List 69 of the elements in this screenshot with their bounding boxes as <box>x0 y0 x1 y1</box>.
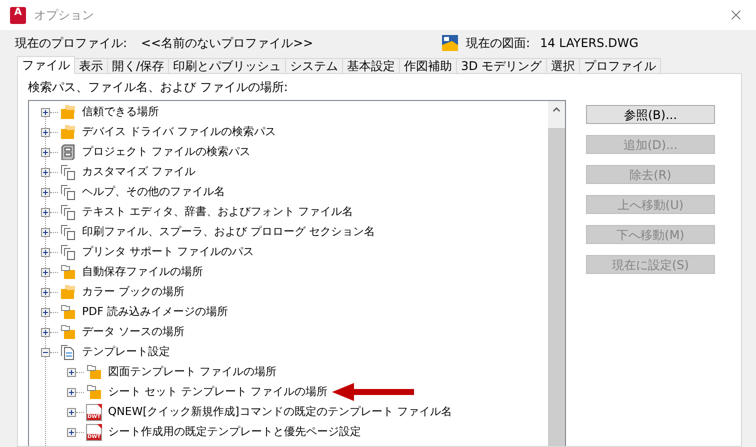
tree-item-label[interactable]: デバイス ドライバ ファイルの検索パス <box>82 124 276 140</box>
cabinet-icon <box>60 144 76 160</box>
tab[interactable]: 印刷とパブリッシュ <box>169 58 286 74</box>
tab[interactable]: ファイル <box>17 56 75 74</box>
tab[interactable]: 3D モデリング <box>457 58 547 74</box>
tree-item-label[interactable]: PDF 読み込みイメージの場所 <box>82 304 228 320</box>
document-icon <box>60 344 76 360</box>
folder-icon <box>86 364 102 380</box>
folder-icon <box>60 304 76 320</box>
drawing-name: 14 LAYERS.DWG <box>540 35 638 52</box>
drawing-label: 現在の図面: <box>466 35 530 52</box>
folder-icon <box>60 104 76 120</box>
app-logo-icon: A <box>10 6 26 24</box>
tree-item-label[interactable]: テンプレート設定 <box>82 344 170 360</box>
expand-toggle[interactable] <box>41 248 50 256</box>
tree-item-label[interactable]: 印刷ファイル、スプーラ、および プロローグ セクション名 <box>82 224 375 240</box>
files-icon <box>60 244 76 260</box>
tree-item-label[interactable]: プリンタ サポート ファイルのパス <box>82 244 254 260</box>
profile-name: <<名前のないプロファイル>> <box>141 35 314 52</box>
folder-icon <box>60 124 76 140</box>
tab[interactable]: 選択 <box>546 58 580 74</box>
expand-toggle[interactable] <box>67 388 76 396</box>
tree-heading: 検索パス、ファイル名、および ファイルの場所: <box>28 79 289 96</box>
collapse-toggle[interactable] <box>41 348 50 356</box>
expand-toggle[interactable] <box>41 328 50 336</box>
tree-item-label[interactable]: QNEW[クイック新規作成]コマンドの既定のテンプレート ファイル名 <box>108 404 452 420</box>
tree-item-label[interactable]: プロジェクト ファイルの検索パス <box>82 144 250 160</box>
expand-toggle[interactable] <box>41 108 50 116</box>
tree-item-label[interactable]: 図面テンプレート ファイルの場所 <box>108 364 276 380</box>
files-icon <box>60 164 76 180</box>
tree-item-label[interactable]: カラー ブックの場所 <box>82 284 184 300</box>
expand-toggle[interactable] <box>41 148 50 156</box>
folder-icon <box>60 284 76 300</box>
window-title: オプション <box>34 7 94 24</box>
expand-toggle[interactable] <box>67 368 76 376</box>
tree-item-label[interactable]: データ ソースの場所 <box>82 324 184 340</box>
tab[interactable]: プロファイル <box>580 58 661 74</box>
files-icon <box>60 184 76 200</box>
tree-item-label[interactable]: テキスト エディタ、辞書、およびフォント ファイル名 <box>82 204 353 220</box>
folder-icon <box>60 324 76 340</box>
profile-label: 現在のプロファイル: <box>15 35 128 52</box>
tab[interactable]: 基本設定 <box>343 58 400 74</box>
tree-item-label[interactable]: 自動保存ファイルの場所 <box>82 264 203 280</box>
expand-toggle[interactable] <box>41 128 50 136</box>
expand-toggle[interactable] <box>41 168 50 176</box>
tab[interactable]: 表示 <box>75 58 108 74</box>
tree-item-label[interactable]: シート セット テンプレート ファイルの場所 <box>108 384 328 400</box>
expand-toggle[interactable] <box>41 228 50 236</box>
tree-item-label[interactable]: ヘルプ、その他のファイル名 <box>82 184 225 200</box>
expand-toggle[interactable] <box>41 308 50 316</box>
folder-icon <box>60 264 76 280</box>
scrollbar[interactable] <box>548 101 565 446</box>
expand-toggle[interactable] <box>41 208 50 216</box>
tab[interactable]: 開く/保存 <box>108 58 170 74</box>
drawing-icon <box>442 35 458 51</box>
expand-toggle[interactable] <box>67 428 76 436</box>
expand-toggle[interactable] <box>41 188 50 196</box>
expand-toggle[interactable] <box>41 268 50 276</box>
files-icon <box>60 224 76 240</box>
folder-icon <box>86 384 102 400</box>
expand-toggle[interactable] <box>67 408 76 416</box>
files-icon <box>60 204 76 220</box>
tab[interactable]: システム <box>286 58 344 74</box>
tree-item-label[interactable]: 信頼できる場所 <box>82 104 159 120</box>
expand-toggle[interactable] <box>41 288 50 296</box>
tree-item-label[interactable]: カスタマイズ ファイル <box>82 164 196 180</box>
tree-item-label[interactable]: シート作成用の既定テンプレートと優先ページ設定 <box>108 424 361 440</box>
action-button[interactable]: 参照(B)... <box>586 105 715 124</box>
tab[interactable]: 作図補助 <box>400 58 458 74</box>
